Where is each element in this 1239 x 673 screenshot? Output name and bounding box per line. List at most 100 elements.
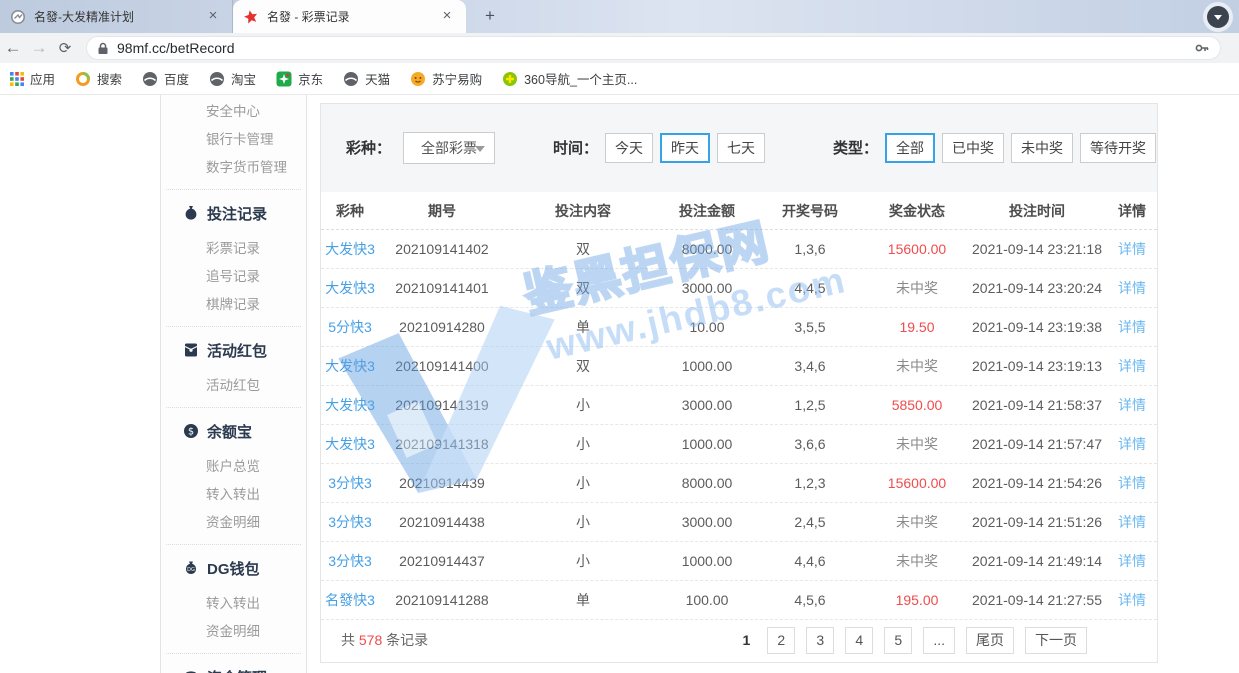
browser-tab-bet-record[interactable]: 名發 - 彩票记录 ×: [233, 0, 466, 33]
time-filter-button[interactable]: 昨天: [660, 133, 710, 163]
back-button[interactable]: ←: [0, 38, 26, 58]
type-filter-button[interactable]: 全部: [885, 133, 935, 163]
reload-button[interactable]: ⟳: [52, 39, 78, 57]
type-filter-button[interactable]: 已中奖: [942, 133, 1004, 163]
bookmarks-bar: 应用 搜索 百度 淘宝 京东 天猫: [0, 63, 1239, 95]
bet-amount-cell: 8000.00: [661, 475, 753, 491]
draw-numbers-cell: 4,4,5: [753, 280, 867, 296]
detail-link[interactable]: 详情: [1107, 278, 1157, 298]
column-header: 彩种: [321, 201, 379, 221]
lottery-name-link[interactable]: 3分快3: [321, 512, 379, 532]
detail-link[interactable]: 详情: [1107, 473, 1157, 493]
page-button[interactable]: 尾页: [966, 627, 1014, 654]
bookmark-apps[interactable]: 应用: [10, 69, 55, 88]
tab-title: 名發-大发精准计划: [34, 8, 204, 25]
bookmark-taobao[interactable]: 淘宝: [209, 69, 256, 88]
lottery-name-link[interactable]: 名發快3: [321, 590, 379, 610]
forward-button[interactable]: →: [26, 38, 52, 58]
page-button[interactable]: ...: [923, 627, 955, 654]
detail-link[interactable]: 详情: [1107, 356, 1157, 376]
sidebar-item-chase-records[interactable]: 追号记录: [161, 263, 306, 291]
bookmark-tmall[interactable]: 天猫: [343, 69, 390, 88]
bet-time-cell: 2021-09-14 21:58:37: [967, 397, 1107, 413]
draw-numbers-cell: 1,2,5: [753, 397, 867, 413]
key-icon[interactable]: [1194, 40, 1210, 56]
column-header: 投注金额: [661, 201, 753, 221]
draw-numbers-cell: 4,4,6: [753, 553, 867, 569]
table-row: 3分快3 20210914439 小 8000.00 1,2,3 15600.0…: [321, 464, 1157, 503]
detail-link[interactable]: 详情: [1107, 434, 1157, 454]
sidebar-section-dg-wallet[interactable]: DG DG钱包: [161, 552, 306, 584]
sidebar-item-board-game-records[interactable]: 棋牌记录: [161, 291, 306, 319]
lottery-name-link[interactable]: 大发快3: [321, 395, 379, 415]
page-button[interactable]: 3: [806, 627, 834, 654]
sidebar-item-transfer[interactable]: 转入转出: [161, 481, 306, 509]
sidebar-section-funds-management[interactable]: 资金管理: [161, 661, 306, 673]
detail-link[interactable]: 详情: [1107, 512, 1157, 532]
sidebar-item-bank-card[interactable]: 银行卡管理: [161, 126, 306, 154]
bookmark-360nav[interactable]: 360导航_一个主页...: [502, 69, 637, 88]
funds-icon: [183, 669, 199, 673]
bet-amount-cell: 1000.00: [661, 358, 753, 374]
browser-tab-planner[interactable]: 名發-大发精准计划 ×: [0, 0, 233, 33]
sidebar-section-bet-records[interactable]: 投注记录: [161, 197, 306, 229]
lottery-name-link[interactable]: 大发快3: [321, 239, 379, 259]
type-filter-button[interactable]: 等待开奖: [1080, 133, 1156, 163]
star-favicon-icon: [243, 9, 259, 25]
time-filter-button[interactable]: 今天: [605, 133, 653, 163]
page-button[interactable]: 2: [767, 627, 795, 654]
sidebar-item-fund-details[interactable]: 资金明细: [161, 509, 306, 537]
sidebar-section-red-packet[interactable]: 活动红包: [161, 334, 306, 366]
sidebar-item-security-center[interactable]: 安全中心: [161, 98, 306, 126]
chevron-down-icon: [475, 146, 485, 152]
sidebar-item-transfer-dg[interactable]: 转入转出: [161, 590, 306, 618]
lottery-name-link[interactable]: 大发快3: [321, 278, 379, 298]
bookmark-jd[interactable]: 京东: [276, 69, 323, 88]
detail-link[interactable]: 详情: [1107, 317, 1157, 337]
bet-time-cell: 2021-09-14 23:19:13: [967, 358, 1107, 374]
time-filter-button[interactable]: 七天: [717, 133, 765, 163]
apps-grid-icon: [10, 72, 24, 86]
bookmark-baidu[interactable]: 百度: [142, 69, 189, 88]
lottery-name-link[interactable]: 大发快3: [321, 434, 379, 454]
page-button[interactable]: 4: [845, 627, 873, 654]
sidebar-divider: [166, 407, 301, 408]
type-filter-button[interactable]: 未中奖: [1011, 133, 1073, 163]
page-button[interactable]: 5: [884, 627, 912, 654]
sidebar-section-yuebao[interactable]: $ 余额宝: [161, 415, 306, 447]
search-360-icon: [75, 71, 91, 87]
column-header: 投注时间: [967, 201, 1107, 221]
bet-content-cell: 小: [505, 434, 661, 454]
issue-cell: 202109141319: [379, 397, 505, 413]
bet-content-cell: 单: [505, 317, 661, 337]
detail-link[interactable]: 详情: [1107, 395, 1157, 415]
lottery-name-link[interactable]: 5分快3: [321, 317, 379, 337]
detail-link[interactable]: 详情: [1107, 239, 1157, 259]
page-button[interactable]: 下一页: [1025, 627, 1087, 654]
sidebar-item-lottery-records[interactable]: 彩票记录: [161, 235, 306, 263]
sidebar-item-red-packet[interactable]: 活动红包: [161, 372, 306, 400]
bookmark-suning[interactable]: 苏宁易购: [410, 69, 482, 88]
svg-text:$: $: [188, 426, 194, 437]
globe-icon: [209, 71, 225, 87]
bookmark-search[interactable]: 搜索: [75, 69, 122, 88]
lottery-name-link[interactable]: 3分快3: [321, 551, 379, 571]
sidebar-item-digital-currency[interactable]: 数字货币管理: [161, 154, 306, 182]
records-table: 彩种 期号 投注内容 投注金额 开奖号码 奖金状态 投注时间 详情: [321, 192, 1157, 662]
detail-link[interactable]: 详情: [1107, 590, 1157, 610]
bookmark-label: 淘宝: [231, 69, 256, 88]
filter-bar: 彩种： 全部彩票 时间： 今天 昨天 七天 类型： 全部 已中奖 未中奖 等待开…: [321, 104, 1157, 191]
address-bar[interactable]: 98mf.cc/betRecord: [86, 36, 1221, 60]
lottery-select[interactable]: 全部彩票: [403, 132, 495, 164]
new-tab-button[interactable]: +: [478, 5, 502, 29]
sidebar-item-account-overview[interactable]: 账户总览: [161, 453, 306, 481]
sidebar-item-fund-details-dg[interactable]: 资金明细: [161, 618, 306, 646]
tab-close-icon[interactable]: ×: [204, 8, 222, 26]
profile-button[interactable]: [1203, 2, 1233, 32]
lottery-name-link[interactable]: 3分快3: [321, 473, 379, 493]
issue-cell: 202109141288: [379, 592, 505, 608]
lottery-name-link[interactable]: 大发快3: [321, 356, 379, 376]
detail-link[interactable]: 详情: [1107, 551, 1157, 571]
tab-close-icon[interactable]: ×: [438, 8, 456, 26]
bet-amount-cell: 10.00: [661, 319, 753, 335]
